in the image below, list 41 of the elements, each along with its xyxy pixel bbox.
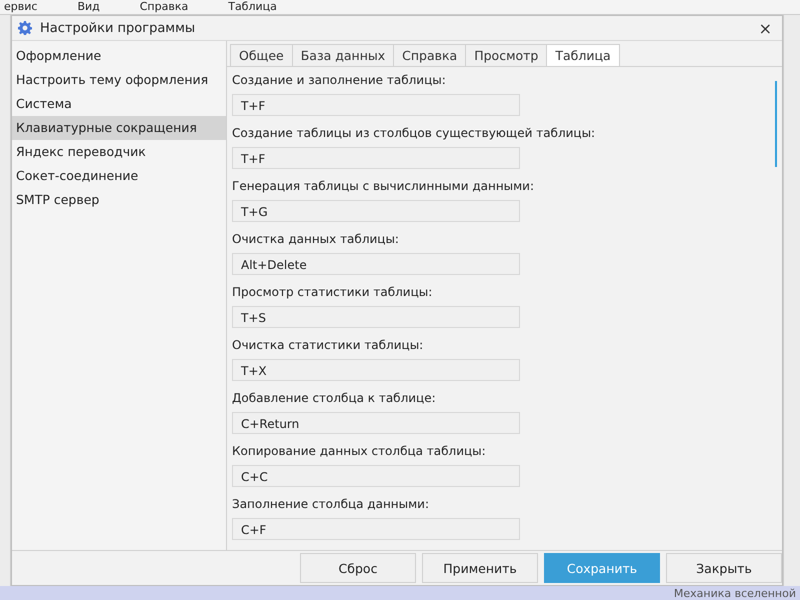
dialog-button[interactable]: Применить [422,553,538,583]
gear-icon [18,21,32,35]
field-label: Очистка данных таблицы: [232,232,400,246]
sidebar-item[interactable]: SMTP сервер [12,188,226,212]
sidebar-item[interactable]: Сокет-соединение [12,164,226,188]
input-field[interactable]: T+F [232,147,520,169]
input-field[interactable]: C+F [232,518,520,540]
field-label: Генерация таблицы с вычислинными данными: [232,179,536,193]
sidebar-item[interactable]: Настроить тему оформления [12,68,226,92]
field-label: Копирование данных столбца таблицы: [232,444,487,458]
window-title: Настройки программы [40,20,196,36]
scrollbar[interactable] [775,81,777,167]
field-label: Просмотр статистики таблицы: [232,285,434,299]
input-field[interactable]: T+S [232,306,520,328]
input-field[interactable]: Alt+Delete [232,253,520,275]
tab[interactable]: Справка [393,44,466,66]
field-label: Создание и заполнение таблицы: [232,73,447,87]
field-label: Создание таблицы из столбцов существующей таблицы: [232,126,596,140]
sidebar-item[interactable]: Клавиатурные сокращения [12,116,226,140]
tab[interactable]: Таблица [546,44,620,66]
input-field[interactable]: C+Return [232,412,520,434]
field-label: Очистка статистики таблицы: [232,338,424,352]
sidebar-item[interactable]: Система [12,92,226,116]
field-label: Добавление столбца к таблице: [232,391,437,405]
menu-item[interactable]: ервис [4,0,38,14]
dialog-button[interactable]: Сброс [300,553,416,583]
input-field[interactable]: T+X [232,359,520,381]
input-field[interactable]: C+C [232,465,520,487]
field-label: Заполнение столбца данными: [232,497,430,511]
input-field[interactable]: T+F [232,94,520,116]
dialog-button[interactable]: Закрыть [666,553,782,583]
input-field[interactable]: T+G [232,200,520,222]
sidebar-item[interactable]: Яндекс переводчик [12,140,226,164]
status-text: Механика вселенной [674,586,796,600]
menu-item[interactable]: Справка [140,0,188,14]
close-button[interactable]: × [754,18,776,38]
menu-item[interactable]: Вид [77,0,100,14]
menu-item[interactable]: Таблица [228,0,277,14]
sidebar-item[interactable]: Оформление [12,44,226,68]
tab[interactable]: Просмотр [465,44,548,66]
tab[interactable]: Общее [230,44,293,66]
